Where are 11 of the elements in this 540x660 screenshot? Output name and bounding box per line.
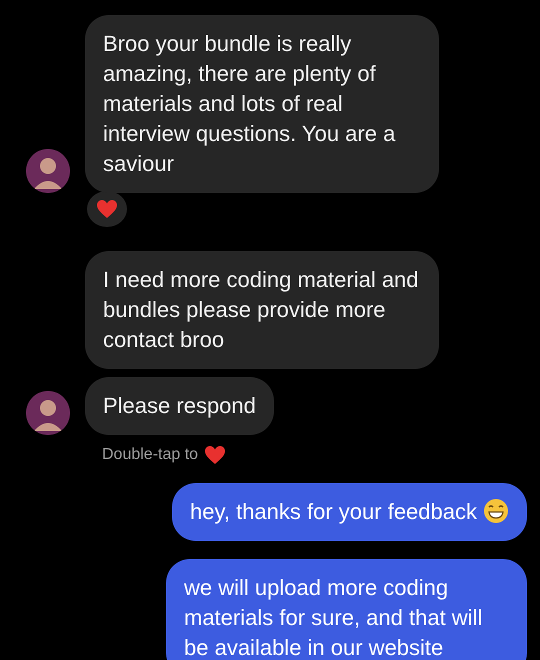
- hint-text: Double-tap to: [102, 446, 198, 464]
- avatar[interactable]: [26, 391, 70, 435]
- heart-icon: [96, 199, 118, 219]
- message-bubble[interactable]: Broo your bundle is really amazing, there are plenty of materials and lots of real interview questions. You are a saviour: [85, 15, 439, 193]
- heart-icon: [204, 445, 226, 465]
- message-bubble[interactable]: Please respond: [85, 377, 274, 435]
- message-bubble[interactable]: I need more coding material and bundles please provide more contact broo: [85, 251, 439, 369]
- grinning-face-icon: [483, 498, 509, 524]
- avatar[interactable]: [26, 149, 70, 193]
- message-bubble[interactable]: we will upload more coding materials for sure, and that will be available in our website: [166, 559, 527, 660]
- message-bubble[interactable]: hey, thanks for your feedback: [172, 483, 527, 541]
